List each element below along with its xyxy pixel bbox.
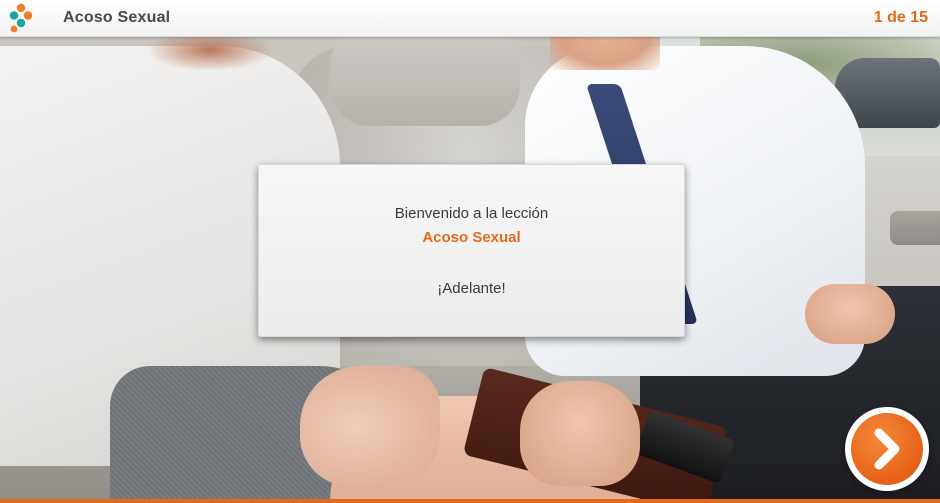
headrest [330, 26, 520, 126]
course-title: Acoso Sexual [63, 9, 171, 26]
chevron-right-icon [874, 428, 900, 470]
four-dots-logo-icon [9, 3, 33, 33]
next-button[interactable] [845, 407, 929, 491]
man-hand [520, 381, 640, 486]
welcome-text: Bienvenido a la lección [394, 205, 549, 222]
welcome-dialog: Bienvenido a la lección Acoso Sexual ¡Ad… [258, 164, 685, 337]
top-header-bar: Acoso Sexual 1 de 15 [0, 0, 940, 37]
lesson-name: Acoso Sexual [422, 229, 521, 246]
slide-stage: Acoso Sexual 1 de 15 Bienvenido a la lec… [0, 0, 940, 503]
next-button-face[interactable] [851, 413, 923, 485]
door-handle [890, 211, 940, 245]
man-left-hand [805, 284, 895, 344]
page-counter: 1 de 15 [873, 9, 928, 26]
bottom-accent-strip [0, 499, 940, 503]
forward-text: ¡Adelante! [437, 280, 506, 297]
woman-hand [300, 366, 440, 486]
